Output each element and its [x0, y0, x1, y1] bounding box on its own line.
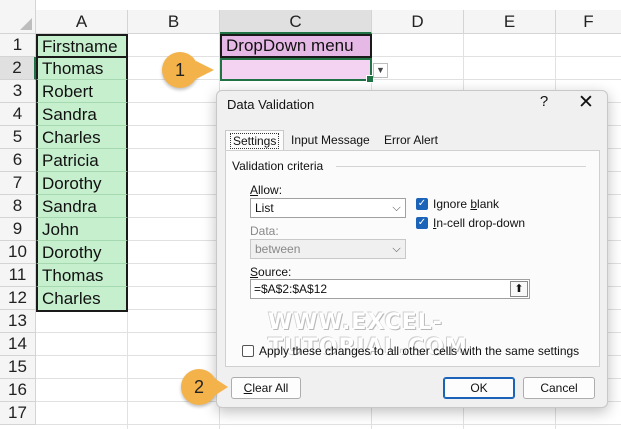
in-cell-dropdown-label: In-cell drop-down: [433, 216, 525, 230]
row-header-7[interactable]: 7: [0, 172, 36, 195]
row-header-14[interactable]: 14: [0, 333, 36, 356]
settings-panel: Validation criteria Allow: List ⌵ ✓ Igno…: [225, 150, 600, 367]
column-header-d[interactable]: D: [372, 10, 464, 34]
source-input[interactable]: =$A$2:$A$12 ⬆: [250, 279, 530, 299]
source-input-value: =$A$2:$A$12: [254, 282, 328, 296]
tab-input-message[interactable]: Input Message: [287, 130, 374, 150]
data-select[interactable]: between ⌵: [250, 239, 406, 259]
row-header-5[interactable]: 5: [0, 126, 36, 149]
row-header-12[interactable]: 12: [0, 287, 36, 310]
step-arrow-1: [196, 61, 214, 79]
column-header-a[interactable]: A: [36, 10, 128, 34]
cell-a2[interactable]: Thomas: [36, 57, 128, 80]
cell-a5[interactable]: Charles: [36, 126, 128, 149]
ignore-blank-checkbox[interactable]: ✓: [416, 198, 428, 210]
cell-a10[interactable]: Dorothy: [36, 241, 128, 264]
apply-all-label: Apply these changes to all other cells w…: [259, 344, 580, 358]
allow-label-text: llow:: [258, 183, 283, 197]
collapse-dialog-icon[interactable]: ⬆: [510, 281, 528, 297]
clear-all-button[interactable]: Clear All: [231, 377, 301, 399]
step-badge-2: 2: [181, 369, 217, 405]
row-header-2[interactable]: 2: [0, 57, 36, 80]
step-badge-1: 1: [162, 52, 198, 88]
column-header-e[interactable]: E: [464, 10, 556, 34]
row-header-16[interactable]: 16: [0, 379, 36, 402]
gridline: [36, 424, 621, 425]
cell-a12[interactable]: Charles: [36, 287, 128, 312]
chevron-down-icon: ⌵: [392, 202, 401, 214]
allow-label: Allow:: [250, 183, 282, 197]
header-border: [36, 56, 128, 58]
data-validation-dialog: Data Validation ? ✕ Settings Input Messa…: [216, 90, 608, 408]
clear-all-label: lear All: [252, 381, 289, 395]
source-label-text: ource:: [258, 265, 292, 279]
ignore-blank-post: lank: [477, 197, 500, 211]
section-label: Validation criteria: [232, 159, 328, 173]
data-label: Data:: [250, 224, 279, 238]
column-header-b[interactable]: B: [128, 10, 220, 34]
source-label: Source:: [250, 265, 291, 279]
ignore-blank-label: Ignore blank: [433, 197, 499, 211]
data-select-value: between: [255, 242, 301, 256]
section-divider: [336, 166, 586, 167]
column-header-f[interactable]: F: [556, 10, 621, 34]
ok-button[interactable]: OK: [443, 377, 515, 399]
apply-all-checkbox[interactable]: [242, 345, 254, 357]
cell-a11[interactable]: Thomas: [36, 264, 128, 287]
tab-settings-label: Settings: [230, 133, 280, 149]
ribbon-edge: [0, 0, 621, 10]
clear-all-accel: C: [243, 381, 253, 395]
cancel-button[interactable]: Cancel: [523, 377, 595, 399]
ignore-blank-pre: Ignore: [433, 197, 471, 211]
cell-a7[interactable]: Dorothy: [36, 172, 128, 195]
row-header-8[interactable]: 8: [0, 195, 36, 218]
row-header-15[interactable]: 15: [0, 356, 36, 379]
help-icon[interactable]: ?: [535, 93, 553, 110]
allow-select-value: List: [255, 201, 274, 215]
cell-a6[interactable]: Patricia: [36, 149, 128, 172]
row-header-9[interactable]: 9: [0, 218, 36, 241]
tab-error-alert[interactable]: Error Alert: [380, 130, 442, 150]
row-header-10[interactable]: 10: [0, 241, 36, 264]
cell-a8[interactable]: Sandra: [36, 195, 128, 218]
allow-select[interactable]: List ⌵: [250, 198, 406, 218]
row-header-13[interactable]: 13: [0, 310, 36, 333]
select-all-corner[interactable]: [0, 0, 36, 34]
in-cell-post: n-cell drop-down: [436, 216, 526, 230]
close-icon[interactable]: ✕: [575, 91, 597, 114]
cell-c2-selected[interactable]: [220, 58, 374, 83]
row-header-4[interactable]: 4: [0, 103, 36, 126]
row-header-11[interactable]: 11: [0, 264, 36, 287]
cell-a3[interactable]: Robert: [36, 80, 128, 103]
row-header-6[interactable]: 6: [0, 149, 36, 172]
row-header-17[interactable]: 17: [0, 402, 36, 425]
source-label-accel: S: [250, 265, 259, 279]
in-cell-dropdown-checkbox[interactable]: ✓: [416, 217, 428, 229]
cell-a4[interactable]: Sandra: [36, 103, 128, 126]
tab-settings[interactable]: Settings: [225, 130, 285, 151]
dialog-title: Data Validation: [227, 97, 315, 112]
column-header-c[interactable]: C: [220, 10, 372, 34]
cell-c1-dropdown-header[interactable]: DropDown menu: [220, 34, 372, 58]
step-arrow-2: [214, 378, 228, 396]
chevron-down-icon: ⌵: [392, 243, 401, 255]
cell-a1-header[interactable]: Firstname: [36, 34, 128, 57]
row-header-1[interactable]: 1: [0, 34, 36, 57]
cell-dropdown-arrow-icon[interactable]: ▼: [373, 63, 388, 78]
cell-a9[interactable]: John: [36, 218, 128, 241]
allow-label-accel: A: [250, 183, 259, 197]
row-header-3[interactable]: 3: [0, 80, 36, 103]
